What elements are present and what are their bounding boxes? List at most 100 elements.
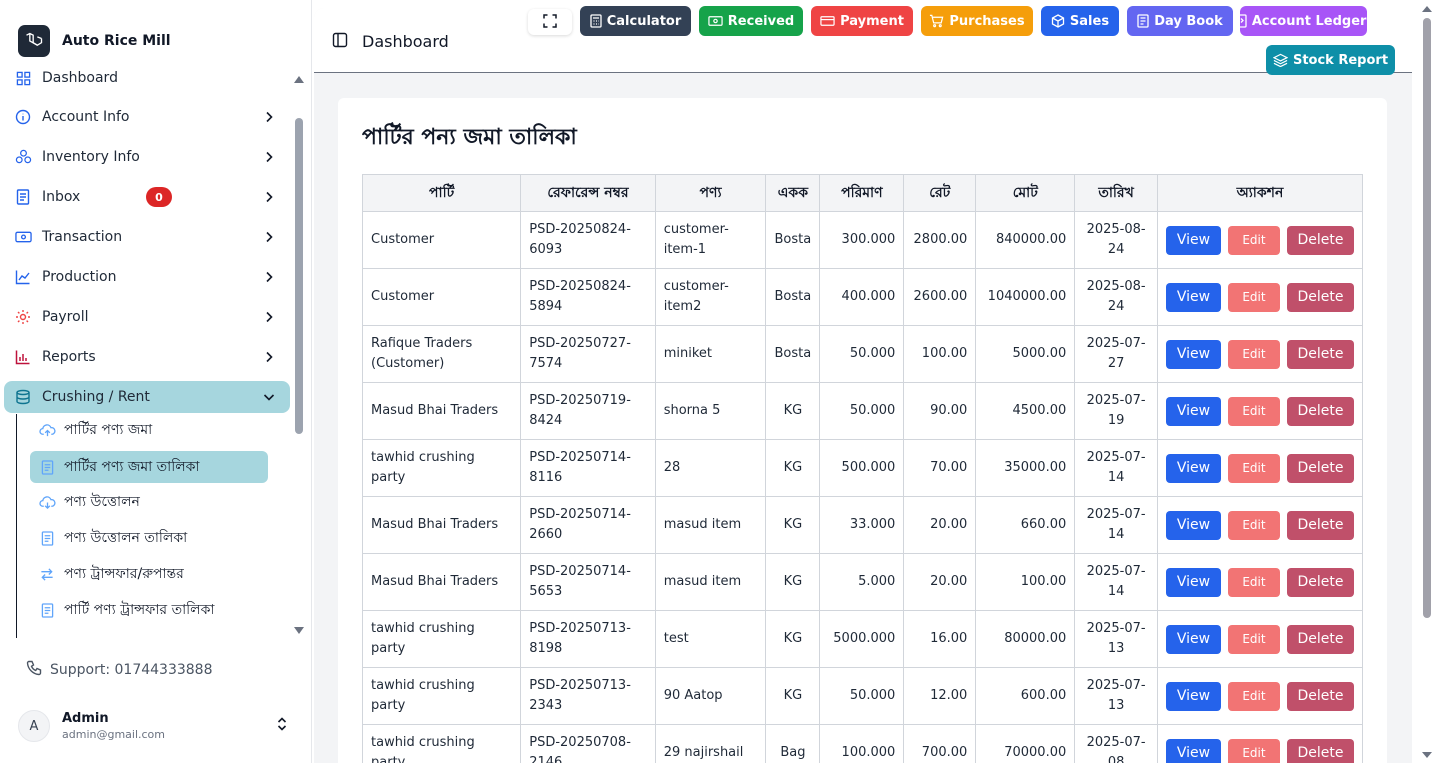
- view-button[interactable]: View: [1165, 396, 1221, 426]
- payment-button[interactable]: Payment: [811, 6, 913, 36]
- delete-button[interactable]: Delete: [1286, 225, 1354, 255]
- view-button[interactable]: View: [1165, 225, 1221, 255]
- view-button[interactable]: View: [1165, 738, 1221, 763]
- product-cell: masud item: [654, 553, 767, 611]
- delete-button[interactable]: Delete: [1286, 510, 1354, 540]
- view-button[interactable]: View: [1165, 681, 1221, 711]
- delete-button[interactable]: Delete: [1286, 339, 1354, 369]
- sub-item-product-withdrawal-list[interactable]: পণ্য উত্তোলন তালিকা: [30, 522, 268, 554]
- sidebar-nav: Dashboard Account Info Inventory Info In…: [0, 62, 292, 638]
- rate-cell: 700.00: [903, 724, 977, 763]
- view-button[interactable]: View: [1165, 453, 1221, 483]
- edit-button[interactable]: Edit: [1227, 681, 1280, 711]
- purchases-button-label: Purchases: [949, 13, 1025, 29]
- sidebar-scroll-down-arrow[interactable]: [294, 627, 304, 634]
- fullscreen-button[interactable]: [528, 9, 572, 35]
- stock-report-button[interactable]: Stock Report: [1266, 45, 1395, 75]
- sidebar-item-inbox[interactable]: Inbox 0: [4, 181, 290, 213]
- actions-cell: View Edit Delete: [1156, 724, 1364, 763]
- edit-button[interactable]: Edit: [1227, 624, 1280, 654]
- sub-item-party-transfer-list[interactable]: পার্টি পণ্য ট্রান্সফার তালিকা: [30, 594, 268, 626]
- account-ledgers-button[interactable]: Account Ledgers: [1233, 6, 1374, 36]
- page-scroll-up-arrow[interactable]: [1422, 6, 1432, 12]
- sub-item-product-transfer[interactable]: পণ্য ট্রান্সফার/রুপান্তর: [30, 558, 268, 590]
- received-button[interactable]: Received: [699, 6, 803, 36]
- unit-cell: Bosta: [765, 268, 821, 326]
- edit-button[interactable]: Edit: [1227, 510, 1280, 540]
- sidebar-item-label: Transaction: [42, 229, 123, 245]
- sidebar-item-payroll[interactable]: Payroll: [4, 301, 290, 333]
- bar-chart-icon: [14, 348, 32, 366]
- delete-button[interactable]: Delete: [1286, 681, 1354, 711]
- unit-cell: KG: [765, 439, 821, 497]
- total-cell: 660.00: [975, 496, 1076, 554]
- sidebar-item-crushing-rent[interactable]: Crushing / Rent: [4, 381, 290, 413]
- sub-item-product-withdrawal[interactable]: পণ্য উত্তোলন: [30, 486, 268, 518]
- cart-icon: [929, 14, 944, 28]
- delete-button[interactable]: Delete: [1286, 624, 1354, 654]
- day-book-button[interactable]: Day Book: [1127, 6, 1233, 36]
- calculator-button[interactable]: Calculator: [580, 6, 691, 36]
- sub-item-label: পার্টি পণ্য ট্রান্সফার তালিকা: [64, 602, 215, 618]
- sub-item-label: পণ্য উত্তোলন: [64, 494, 140, 510]
- purchases-button[interactable]: Purchases: [921, 6, 1033, 36]
- edit-button[interactable]: Edit: [1227, 396, 1280, 426]
- product-cell: test: [654, 610, 767, 668]
- edit-button[interactable]: Edit: [1227, 282, 1280, 312]
- edit-button[interactable]: Edit: [1227, 453, 1280, 483]
- reference-cell: PSD-20250727-7574: [520, 325, 656, 383]
- sidebar-item-account-info[interactable]: Account Info: [4, 101, 290, 133]
- delete-button[interactable]: Delete: [1286, 282, 1354, 312]
- sidebar-item-inventory-info[interactable]: Inventory Info: [4, 141, 290, 173]
- sub-item-party-product-deposit[interactable]: পার্টির পণ্য জমা: [30, 414, 268, 446]
- edit-button[interactable]: Edit: [1227, 225, 1280, 255]
- page-scroll-down-arrow[interactable]: [1422, 752, 1432, 758]
- view-button[interactable]: View: [1165, 339, 1221, 369]
- date-cell: 2025-07-08: [1074, 724, 1158, 763]
- sidebar-item-transaction[interactable]: Transaction: [4, 221, 290, 253]
- sidebar-item-reports[interactable]: Reports: [4, 341, 290, 373]
- view-button[interactable]: View: [1165, 282, 1221, 312]
- sidebar-item-dashboard[interactable]: Dashboard: [4, 62, 290, 94]
- sidebar-scrollbar[interactable]: [295, 118, 303, 434]
- reference-cell: PSD-20250714-2660: [520, 496, 656, 554]
- edit-button[interactable]: Edit: [1227, 738, 1280, 763]
- edit-button[interactable]: Edit: [1227, 339, 1280, 369]
- sales-button[interactable]: Sales: [1041, 6, 1119, 36]
- view-button[interactable]: View: [1165, 624, 1221, 654]
- rate-cell: 90.00: [903, 382, 977, 440]
- reference-cell: PSD-20250713-8198: [520, 610, 656, 668]
- breadcrumb[interactable]: Dashboard: [362, 32, 449, 51]
- party-cell: Masud Bhai Traders: [361, 496, 522, 554]
- delete-button[interactable]: Delete: [1286, 396, 1354, 426]
- sidebar-scroll-up-arrow[interactable]: [294, 76, 304, 83]
- book-icon: [1137, 14, 1149, 28]
- sub-item-label: পার্টির পণ্য জমা তালিকা: [64, 459, 200, 475]
- user-menu[interactable]: A Admin admin@gmail.com: [18, 706, 298, 746]
- document-icon: [38, 529, 56, 547]
- unit-cell: Bosta: [765, 211, 821, 269]
- edit-button[interactable]: Edit: [1227, 567, 1280, 597]
- actions-cell: View Edit Delete: [1156, 667, 1364, 725]
- delete-button[interactable]: Delete: [1286, 567, 1354, 597]
- ledger-icon: [1233, 14, 1247, 28]
- inbox-count-badge: 0: [146, 187, 172, 207]
- sub-item-party-product-deposit-list[interactable]: পার্টির পণ্য জমা তালিকা: [30, 451, 268, 483]
- view-button[interactable]: View: [1165, 567, 1221, 597]
- party-cell: tawhid crushing party: [361, 439, 522, 497]
- delete-button[interactable]: Delete: [1286, 453, 1354, 483]
- quantity-cell: 50.000: [819, 667, 905, 725]
- unit-cell: KG: [765, 382, 821, 440]
- page-title: পার্টির পন্য জমা তালিকা: [362, 125, 577, 150]
- chevron-up-down-icon: [276, 716, 288, 736]
- table-row: tawhid crushing party PSD-20250713-8198 te…: [361, 610, 1364, 668]
- sidebar-item-production[interactable]: Production: [4, 261, 290, 293]
- view-button[interactable]: View: [1165, 510, 1221, 540]
- page-scrollbar[interactable]: [1423, 18, 1431, 618]
- party-cell: tawhid crushing party: [361, 724, 522, 763]
- total-cell: 5000.00: [975, 325, 1076, 383]
- delete-button[interactable]: Delete: [1286, 738, 1354, 763]
- sidebar-toggle-icon[interactable]: [332, 32, 348, 52]
- brand[interactable]: Auto Rice Mill: [18, 24, 171, 58]
- total-cell: 600.00: [975, 667, 1076, 725]
